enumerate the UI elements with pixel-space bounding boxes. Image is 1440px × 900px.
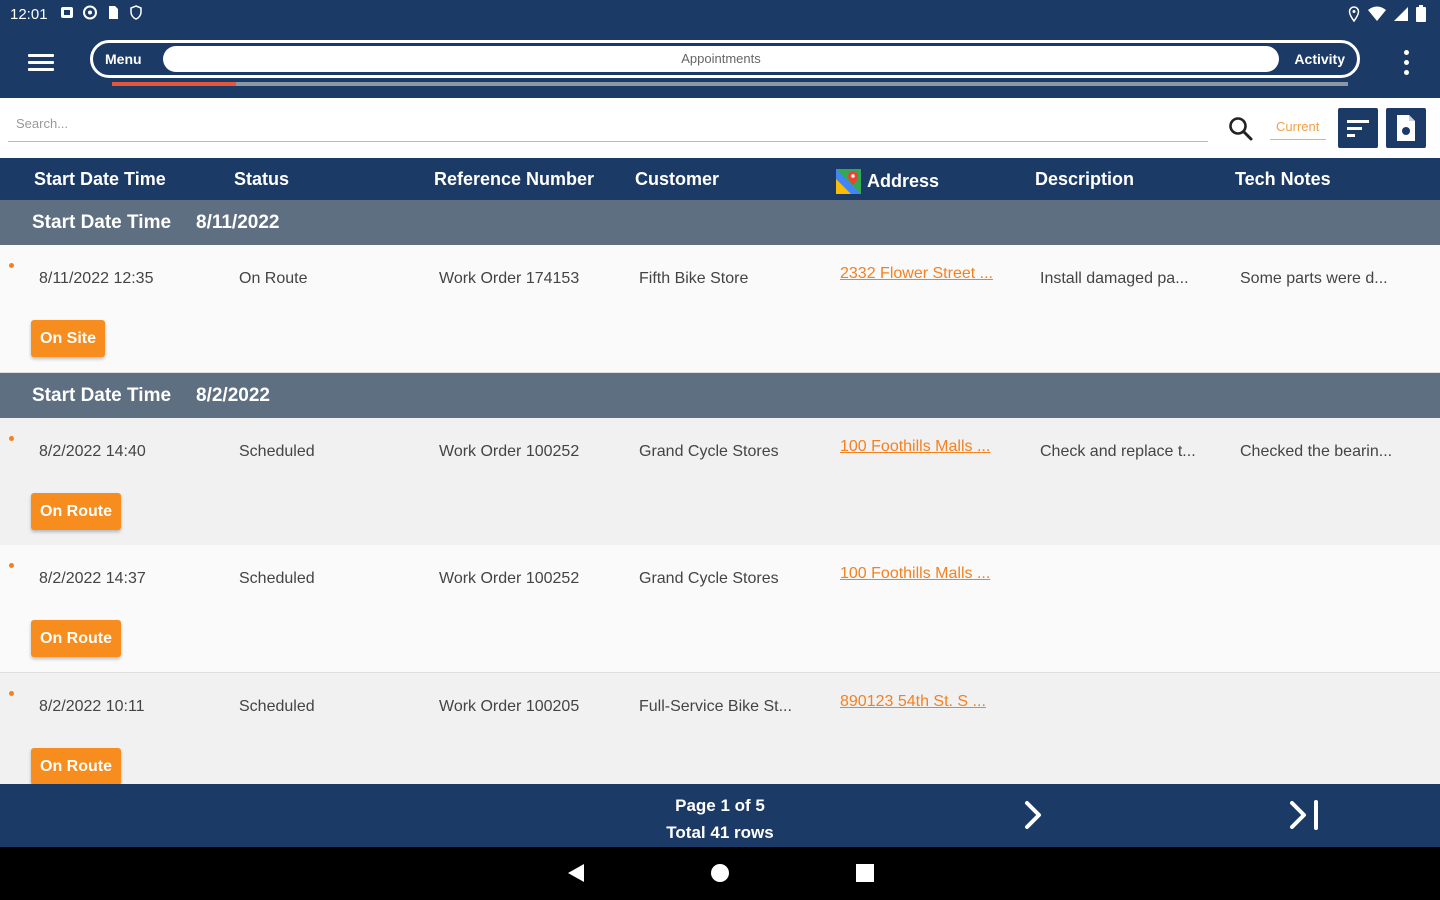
recents-icon[interactable] xyxy=(855,863,875,883)
signal-icon xyxy=(1394,6,1408,21)
view-switcher: Menu Appointments Activity xyxy=(90,40,1360,78)
cell-description: Check and replace t... xyxy=(1040,443,1196,460)
status-left-icons xyxy=(60,5,143,20)
cell-tech-notes: Checked the bearin... xyxy=(1240,443,1393,460)
cell-address-link[interactable]: 100 Foothills Malls ... xyxy=(840,565,990,583)
cell-start-date-time: 8/2/2022 14:37 xyxy=(39,570,146,587)
cell-address-link[interactable]: 2332 Flower Street ... xyxy=(840,265,993,283)
cell-tech-notes: Some parts were d... xyxy=(1240,270,1388,287)
cell-status: Scheduled xyxy=(239,443,315,460)
next-page-icon[interactable] xyxy=(1018,798,1048,832)
more-options-icon[interactable] xyxy=(1404,50,1410,78)
menu-tab[interactable]: Menu xyxy=(105,51,142,67)
search-icon[interactable] xyxy=(1228,116,1254,142)
system-navigation-bar xyxy=(0,847,1440,900)
cell-reference-number: Work Order 100205 xyxy=(439,698,580,715)
location-icon xyxy=(1348,5,1360,22)
table-row[interactable]: 8/2/2022 14:37 Scheduled Work Order 1002… xyxy=(0,545,1440,673)
cell-description: Install damaged pa... xyxy=(1040,270,1189,287)
group-header[interactable]: Start Date Time 8/2/2022 xyxy=(0,373,1440,418)
cell-reference-number: Work Order 100252 xyxy=(439,570,580,587)
document-icon xyxy=(1397,115,1415,141)
total-rows: Total 41 rows xyxy=(666,823,774,842)
cell-status: On Route xyxy=(239,270,308,287)
group-header-label: Start Date Time xyxy=(32,212,172,233)
group-header-value: 8/11/2022 xyxy=(196,212,280,233)
sd-card-icon xyxy=(109,6,118,19)
back-icon[interactable] xyxy=(566,863,586,883)
sort-button[interactable] xyxy=(1338,108,1378,148)
cell-customer: Grand Cycle Stores xyxy=(639,443,779,460)
last-page-icon[interactable] xyxy=(1286,798,1326,832)
pager: Page 1 of 5 Total 41 rows xyxy=(0,784,1440,847)
notification-icon xyxy=(83,5,97,20)
export-button[interactable] xyxy=(1386,108,1426,148)
notification-icon xyxy=(61,7,73,18)
table-row[interactable]: 8/11/2022 12:35 On Route Work Order 1741… xyxy=(0,245,1440,373)
loading-progress-fill xyxy=(112,82,236,86)
status-dot xyxy=(9,436,14,441)
cell-reference-number: Work Order 100252 xyxy=(439,443,580,460)
column-header-address[interactable]: Address xyxy=(836,169,939,194)
table-row[interactable]: 8/2/2022 10:11 Scheduled Work Order 1002… xyxy=(0,673,1440,785)
cell-start-date-time: 8/2/2022 14:40 xyxy=(39,443,146,460)
cell-address-link[interactable]: 890123 54th St. S ... xyxy=(840,693,986,711)
column-header-row: Start Date Time Status Reference Number … xyxy=(0,158,1440,200)
on-route-button[interactable]: On Route xyxy=(31,620,121,657)
shield-icon xyxy=(130,5,142,20)
status-dot xyxy=(9,691,14,696)
cell-customer: Fifth Bike Store xyxy=(639,270,749,287)
on-route-button[interactable]: On Route xyxy=(31,493,121,530)
cell-status: Scheduled xyxy=(239,698,315,715)
sort-icon xyxy=(1347,120,1369,137)
on-route-button[interactable]: On Route xyxy=(31,748,121,784)
app-bar: Menu Appointments Activity xyxy=(0,28,1440,98)
column-header-description[interactable]: Description xyxy=(1035,169,1134,190)
table-row[interactable]: 8/2/2022 14:40 Scheduled Work Order 1002… xyxy=(0,418,1440,546)
cell-customer: Full-Service Bike St... xyxy=(639,698,792,715)
cell-address-link[interactable]: 100 Foothills Malls ... xyxy=(840,438,990,456)
column-header-start-date-time[interactable]: Start Date Time xyxy=(34,169,166,190)
column-header-tech-notes[interactable]: Tech Notes xyxy=(1235,169,1331,190)
status-bar: 12:01 xyxy=(0,0,1440,28)
home-icon[interactable] xyxy=(710,863,730,883)
battery-icon xyxy=(1416,5,1426,22)
loading-progress-bar xyxy=(112,82,1348,86)
cell-status: Scheduled xyxy=(239,570,315,587)
page-number: Page 1 of 5 xyxy=(675,796,765,815)
group-header[interactable]: Start Date Time 8/11/2022 xyxy=(0,200,1440,245)
column-header-address-label: Address xyxy=(867,171,940,191)
column-header-status[interactable]: Status xyxy=(234,169,289,190)
page-info: Page 1 of 5 Total 41 rows xyxy=(620,792,820,846)
activity-tab[interactable]: Activity xyxy=(1294,51,1345,67)
current-filter-field[interactable]: Current xyxy=(1270,114,1326,140)
maps-icon xyxy=(836,169,861,194)
status-right-icons xyxy=(1348,5,1426,22)
status-dot xyxy=(9,563,14,568)
cell-customer: Grand Cycle Stores xyxy=(639,570,779,587)
cell-start-date-time: 8/2/2022 10:11 xyxy=(39,698,145,715)
wifi-icon xyxy=(1368,6,1386,21)
on-site-button[interactable]: On Site xyxy=(31,320,106,357)
appointments-tab[interactable]: Appointments xyxy=(163,46,1279,72)
group-header-value: 8/2/2022 xyxy=(196,385,270,406)
search-bar: Current xyxy=(0,98,1440,160)
status-time: 12:01 xyxy=(10,6,48,23)
hamburger-menu-icon[interactable] xyxy=(28,54,54,74)
cell-start-date-time: 8/11/2022 12:35 xyxy=(39,270,154,287)
cell-reference-number: Work Order 174153 xyxy=(439,270,580,287)
search-input[interactable] xyxy=(8,106,1208,142)
column-header-customer[interactable]: Customer xyxy=(635,169,719,190)
column-header-reference-number[interactable]: Reference Number xyxy=(434,169,594,190)
status-dot xyxy=(9,263,14,268)
group-header-label: Start Date Time xyxy=(32,385,172,406)
